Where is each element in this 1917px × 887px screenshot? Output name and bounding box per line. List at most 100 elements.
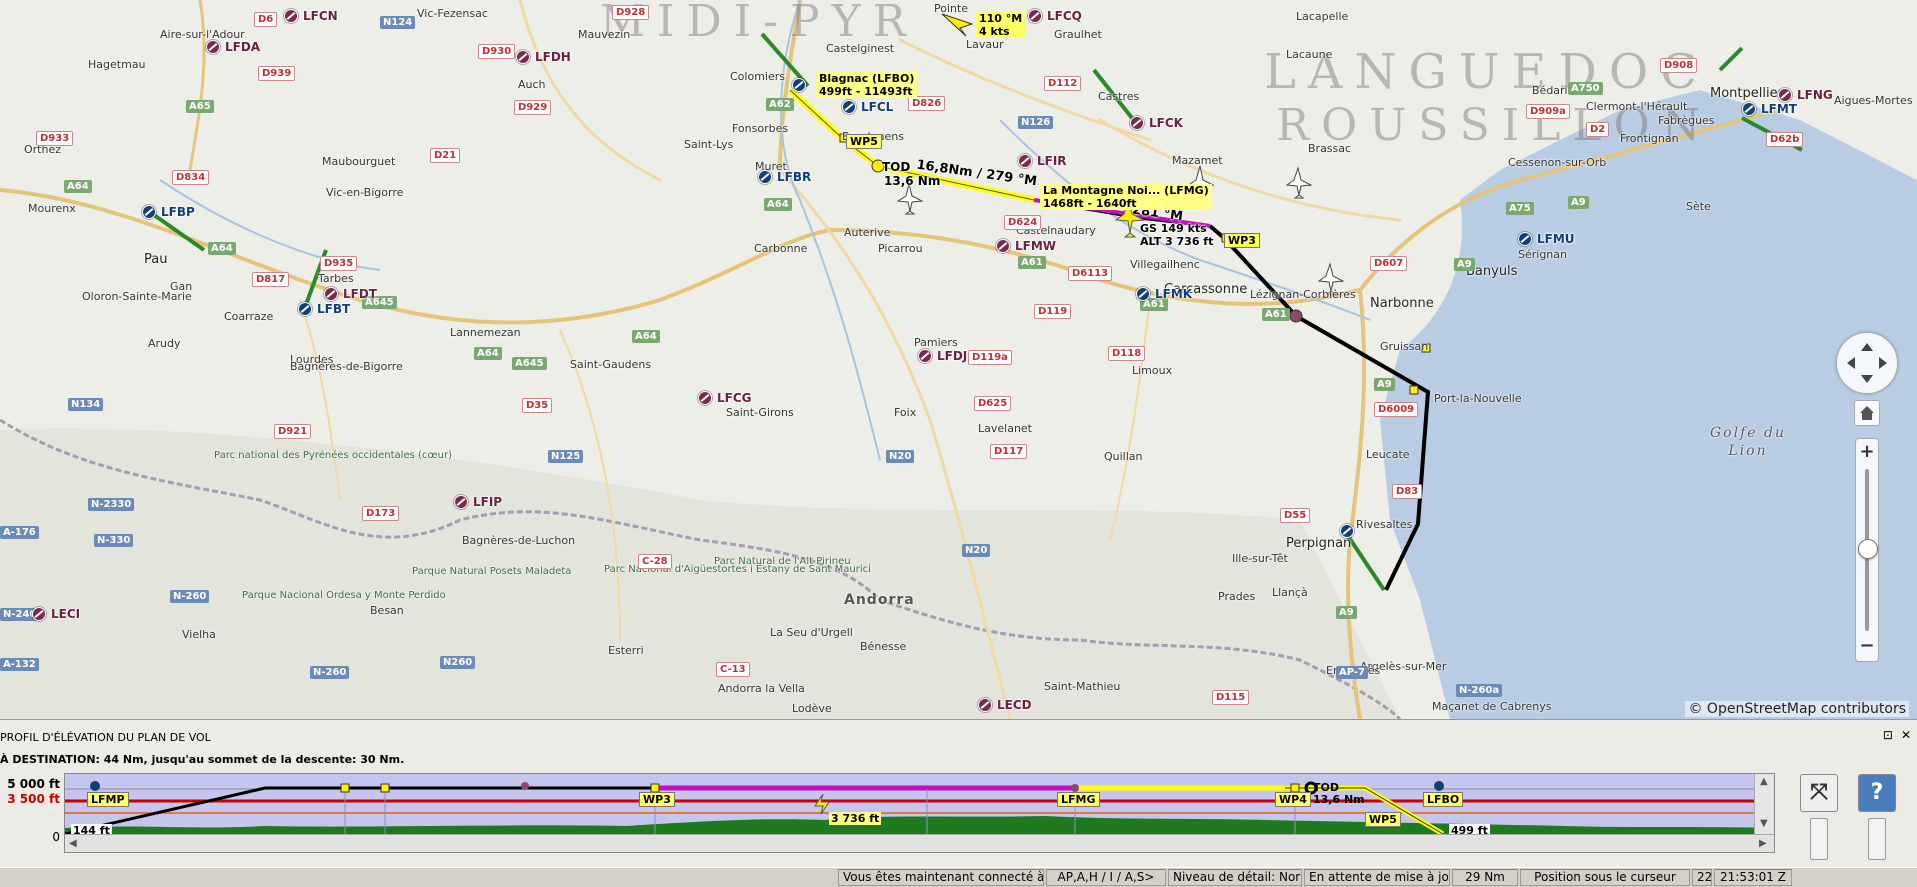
airport-lfcl[interactable]: LFCL <box>842 100 893 114</box>
scroll-up-arrow-icon[interactable]: ▲ <box>1760 776 1768 787</box>
road-shield: A9 <box>1568 196 1589 209</box>
profile-horizontal-scrollbar[interactable]: ◀ ▶ <box>65 834 1774 852</box>
help-icon: ? <box>1870 780 1884 805</box>
place-label: Vic-en-Bigorre <box>326 186 404 199</box>
airport-lfbr[interactable]: LFBR <box>758 170 811 184</box>
map-view[interactable]: LANGUEDOC ROUSSILLON MIDI-PYR Golfe du L… <box>0 0 1917 719</box>
airport-lfcg[interactable]: LFCG <box>698 391 752 405</box>
place-label: Fonsorbes <box>732 122 789 135</box>
airport-lfip[interactable]: LFIP <box>454 495 502 509</box>
airport-code: LFCN <box>303 9 338 23</box>
road-shield: D119 <box>1034 304 1072 319</box>
place-label: Colomiers <box>730 70 785 83</box>
zoom-handle[interactable] <box>1858 539 1878 559</box>
vertical-scale-slider[interactable] <box>1810 818 1828 860</box>
profile-vertical-scrollbar[interactable]: ▲ ▼ <box>1754 774 1774 834</box>
road-shield: D908 <box>1660 58 1698 73</box>
airport-lfdt[interactable]: LFDT <box>324 287 377 301</box>
road-shield: D21 <box>430 148 461 163</box>
place-label: Brassac <box>1308 142 1352 155</box>
airport-lfcn[interactable]: LFCN <box>284 9 338 23</box>
place-label: Rivesaltes <box>1356 518 1413 531</box>
airport-lfir[interactable]: LFIR <box>1018 154 1067 168</box>
waypoint-wp5-label[interactable]: WP5 <box>846 134 882 149</box>
place-label: Picarrou <box>878 242 923 255</box>
elevation-profile-chart[interactable]: LFMP WP3 LFMG WP4 TOD 13,6 Nm WP5 LFBO 1… <box>64 773 1775 853</box>
airport-icon <box>1018 154 1032 168</box>
place-label: Sérignan <box>1518 248 1567 261</box>
road-shield: D909a <box>1526 104 1570 119</box>
place-label: Lacaune <box>1286 48 1333 61</box>
pan-control[interactable] <box>1836 332 1898 394</box>
scroll-right-arrow-icon[interactable]: ▶ <box>1759 838 1767 849</box>
airport-code: LFBR <box>777 170 812 184</box>
waypoint-wp3-label[interactable]: WP3 <box>1224 233 1260 248</box>
place-label: Esterri <box>608 644 644 657</box>
airport-lfbt[interactable]: LFBT <box>298 302 350 316</box>
airport-lfdj[interactable]: LFDJ <box>918 349 967 363</box>
airport-lfcq[interactable]: LFCQ <box>1028 9 1082 23</box>
airport-code: LFDT <box>343 287 377 301</box>
airport-icon <box>918 349 932 363</box>
airport-icon <box>454 495 468 509</box>
road-shield: A-176 <box>0 526 39 539</box>
airport-lfbp[interactable]: LFBP <box>142 205 195 219</box>
airport-lfck[interactable]: LFCK <box>1130 116 1183 130</box>
status-ap-mode: AP,A,H / I / A,S> <box>1046 869 1166 886</box>
airport-leci[interactable]: LECI <box>32 607 80 621</box>
road-shield: A-132 <box>0 658 39 671</box>
place-label: Saint-Girons <box>726 406 794 419</box>
place-label: Perpignan <box>1286 536 1352 551</box>
home-button[interactable] <box>1854 400 1880 426</box>
airport-lfmp[interactable] <box>1340 524 1354 538</box>
airport-lecd[interactable]: LECD <box>978 698 1032 712</box>
horizontal-scale-slider[interactable] <box>1868 818 1886 860</box>
tod-distance-label: 13,6 Nm <box>884 174 941 188</box>
airport-lfmt[interactable]: LFMT <box>1742 102 1797 116</box>
road-shield: D921 <box>274 424 312 439</box>
sea-label-line2: Lion <box>1728 443 1768 459</box>
profile-label-lfmg: LFMG <box>1057 792 1100 807</box>
close-panel-button[interactable]: ✕ <box>1901 728 1911 742</box>
road-shield: D939 <box>258 66 296 81</box>
airport-lfmu[interactable]: LFMU <box>1518 232 1575 246</box>
airport-code: LFMU <box>1537 232 1575 246</box>
map-copyright: © OpenStreetMap contributors <box>1685 701 1909 717</box>
road-shield: A9 <box>1336 606 1357 619</box>
road-shield: D933 <box>36 131 74 146</box>
zoom-in-button[interactable]: + <box>1856 441 1878 462</box>
status-connection: Vous êtes maintenant connecté à (XP) <box>838 869 1044 886</box>
destination-info: À DESTINATION: 44 Nm, jusqu'au sommet de… <box>0 753 405 766</box>
place-label: Tarbes <box>318 272 354 285</box>
airport-code: LFMK <box>1155 287 1193 301</box>
zoom-out-button[interactable]: − <box>1856 635 1878 656</box>
place-label: Castelginest <box>826 42 895 55</box>
road-shield: N260 <box>440 656 476 669</box>
status-zoom: 22 <box>1692 869 1712 886</box>
place-label: Bagnères-de-Bigorre <box>290 360 403 373</box>
airport-code: LFMT <box>1761 102 1797 116</box>
float-panel-button[interactable]: ⊡ <box>1883 728 1893 742</box>
sea-label-line1: Golfe du <box>1710 425 1786 441</box>
aircraft-icon <box>814 793 830 815</box>
airport-code: LFNG <box>1797 88 1833 102</box>
airport-lfmk[interactable]: LFMK <box>1136 287 1192 301</box>
place-label: Frontignan <box>1620 132 1679 145</box>
airport-lfda[interactable]: LFDA <box>206 40 260 54</box>
airport-icon <box>1518 232 1532 246</box>
road-shield: D173 <box>362 506 400 521</box>
help-button[interactable]: ? <box>1858 774 1896 812</box>
alt-label-0: 0 <box>52 830 60 844</box>
airport-lfbo[interactable] <box>792 78 806 92</box>
airport-lfng[interactable]: LFNG <box>1778 88 1833 102</box>
scroll-down-arrow-icon[interactable]: ▼ <box>1760 818 1768 829</box>
scroll-left-arrow-icon[interactable]: ◀ <box>69 838 77 849</box>
airport-lfmw[interactable]: LFMW <box>996 239 1056 253</box>
tod-label: TOD <box>882 160 911 174</box>
zoom-slider[interactable]: + − <box>1855 438 1879 662</box>
road-shield: N-260a <box>1456 684 1503 697</box>
fit-to-window-button[interactable]: ⤧ <box>1800 774 1838 812</box>
airport-icon <box>792 78 806 92</box>
road-shield: D6113 <box>1068 266 1113 281</box>
airport-lfdh[interactable]: LFDH <box>516 50 571 64</box>
